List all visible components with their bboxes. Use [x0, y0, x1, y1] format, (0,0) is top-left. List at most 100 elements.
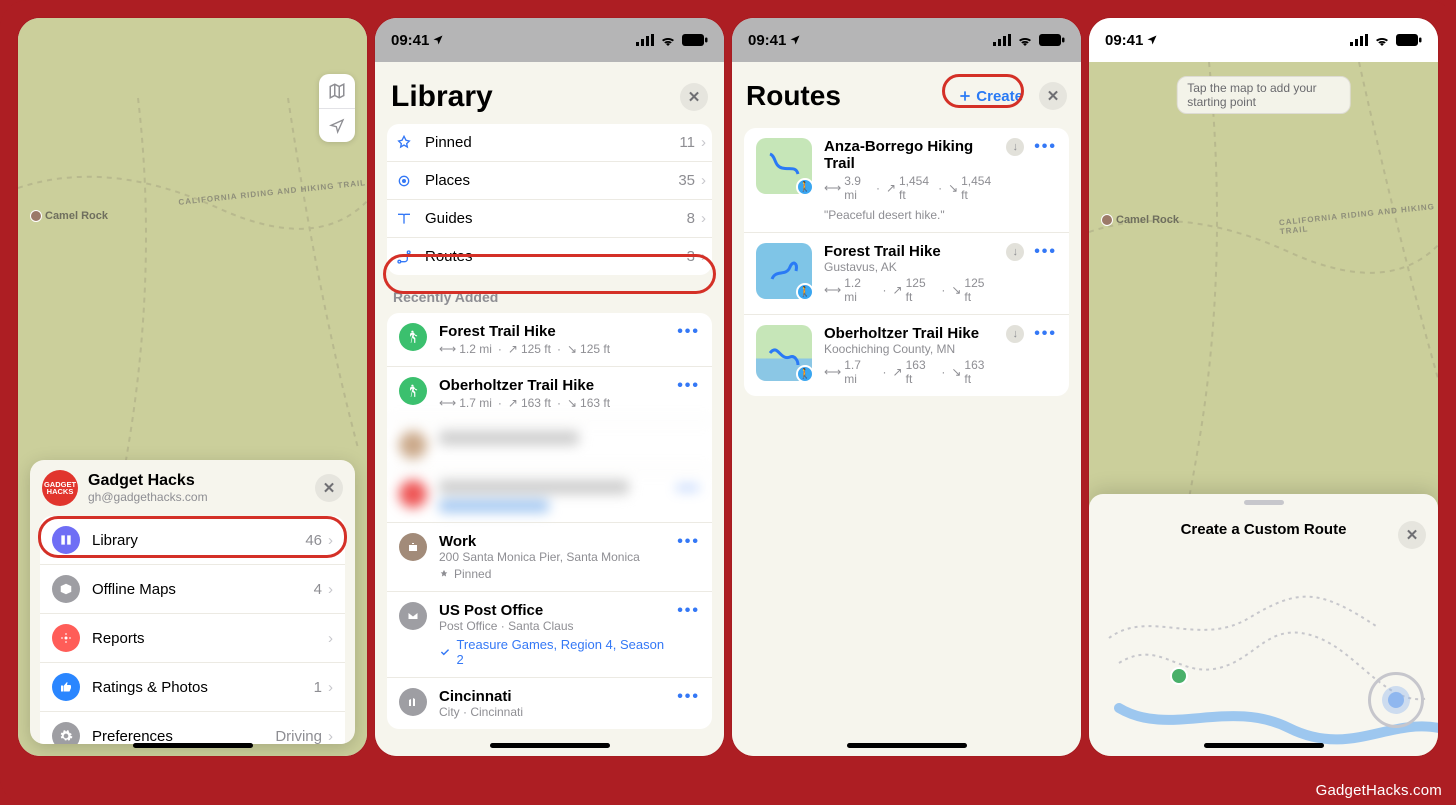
- place-icon: [399, 480, 427, 508]
- home-indicator[interactable]: [490, 743, 610, 748]
- recent-title: Work: [439, 533, 665, 550]
- route-note: "Peaceful desert hike.": [824, 208, 994, 222]
- download-icon[interactable]: ↓: [1006, 243, 1024, 261]
- menu-ratings-photos[interactable]: Ratings & Photos 1›: [40, 662, 345, 711]
- city-icon: [399, 688, 427, 716]
- menu-offline-maps[interactable]: Offline Maps 4›: [40, 564, 345, 613]
- category-routes[interactable]: Routes 3›: [387, 237, 712, 275]
- distance-icon: ⟷ 1.2 mi: [439, 342, 492, 356]
- recent-subtitle: 200 Santa Monica Pier, Santa Monica: [439, 550, 665, 564]
- route-thumbnail: 🚶: [756, 243, 812, 299]
- download-icon[interactable]: ↓: [1006, 138, 1024, 156]
- chevron-right-icon: ›: [701, 210, 706, 227]
- route-item[interactable]: 🚶 Anza-Borrego Hiking Trail ⟷ 3.9 mi · ↗…: [744, 128, 1069, 232]
- close-button[interactable]: ✕: [315, 474, 343, 502]
- more-button[interactable]: •••: [677, 533, 700, 551]
- more-button[interactable]: •••: [677, 480, 700, 498]
- chevron-right-icon: ›: [701, 248, 706, 265]
- menu-reports[interactable]: Reports ›: [40, 613, 345, 662]
- chevron-right-icon: ›: [328, 728, 333, 745]
- page-title: Library: [391, 80, 493, 114]
- library-categories: Pinned 11› Places 35› Guides 8›: [387, 124, 712, 275]
- home-indicator[interactable]: [1204, 743, 1324, 748]
- locate-me-button[interactable]: [319, 108, 355, 142]
- map-style-button[interactable]: [319, 74, 355, 108]
- home-indicator[interactable]: [847, 743, 967, 748]
- hiking-icon: [399, 323, 427, 351]
- route-subtitle: Koochiching County, MN: [824, 342, 994, 356]
- more-button[interactable]: •••: [1034, 138, 1057, 156]
- routes-sheet: Routes Create ✕ 🚶: [732, 62, 1081, 756]
- route-item[interactable]: 🚶 Oberholtzer Trail Hike Koochiching Cou…: [744, 314, 1069, 396]
- avatar: GADGET HACKS: [42, 470, 78, 506]
- route-item[interactable]: 🚶 Forest Trail Hike Gustavus, AK ⟷ 1.2 m…: [744, 232, 1069, 314]
- library-sheet: Library ✕ Pinned 11› Places 35›: [375, 62, 724, 756]
- chevron-right-icon: ›: [328, 630, 333, 647]
- close-button[interactable]: ✕: [1398, 521, 1426, 549]
- wifi-icon: [660, 34, 676, 46]
- treasure-link[interactable]: Treasure Games, Region 4, Season 2: [439, 637, 665, 667]
- section-recently-added: Recently Added: [375, 275, 724, 313]
- map-controls: [319, 74, 355, 142]
- more-button[interactable]: •••: [1034, 325, 1057, 343]
- wifi-icon: [1017, 34, 1033, 46]
- status-bar: 09:41: [732, 18, 1081, 62]
- recent-item-uspo[interactable]: US Post Office Post Office · Santa Claus…: [387, 591, 712, 677]
- ascent-icon: ↗ 125 ft: [508, 342, 551, 356]
- routes-list: 🚶 Anza-Borrego Hiking Trail ⟷ 3.9 mi · ↗…: [744, 128, 1069, 396]
- library-icon: [52, 526, 80, 554]
- route-thumbnail: 🚶: [756, 138, 812, 194]
- recent-item-cincinnati[interactable]: Cincinnati City · Cincinnati •••: [387, 677, 712, 729]
- screenshot-3: 09:41 Routes Create: [732, 18, 1081, 756]
- screenshot-1: 09:41 Camel Rock CALIFORNIA: [18, 18, 367, 756]
- category-places[interactable]: Places 35›: [387, 161, 712, 199]
- home-indicator[interactable]: [133, 743, 253, 748]
- recent-item-work[interactable]: Work 200 Santa Monica Pier, Santa Monica…: [387, 522, 712, 591]
- recent-item-forest[interactable]: Forest Trail Hike ⟷ 1.2 mi · ↗ 125 ft · …: [387, 313, 712, 366]
- recent-subtitle: Post Office · Santa Claus: [439, 619, 665, 633]
- recent-item-oberholtzer[interactable]: Oberholtzer Trail Hike ⟷ 1.7 mi · ↗ 163 …: [387, 366, 712, 420]
- download-icon[interactable]: ↓: [1006, 325, 1024, 343]
- menu-preferences[interactable]: Preferences Driving›: [40, 711, 345, 744]
- create-route-button[interactable]: Create: [950, 84, 1031, 109]
- hiking-badge-icon: 🚶: [796, 365, 814, 383]
- more-button[interactable]: •••: [677, 602, 700, 620]
- location-services-icon: [432, 34, 444, 46]
- create-route-sheet: Create a Custom Route ✕: [1089, 494, 1438, 756]
- poi-camel-rock[interactable]: Camel Rock: [1101, 214, 1179, 226]
- current-location-button[interactable]: [1368, 672, 1424, 728]
- close-button[interactable]: ✕: [1039, 82, 1067, 110]
- location-services-icon: [789, 34, 801, 46]
- recent-title: Oberholtzer Trail Hike: [439, 377, 665, 394]
- pin-icon: [393, 135, 415, 151]
- cellular-icon: [993, 34, 1011, 46]
- page-title: Routes: [746, 80, 841, 112]
- battery-icon: [1039, 34, 1065, 46]
- menu-library[interactable]: Library 46›: [40, 516, 345, 564]
- cellular-icon: [636, 34, 654, 46]
- chevron-right-icon: ›: [701, 172, 706, 189]
- sheet-grabber[interactable]: [1244, 500, 1284, 505]
- chevron-right-icon: ›: [701, 134, 706, 151]
- category-pinned[interactable]: Pinned 11›: [387, 124, 712, 161]
- chevron-right-icon: ›: [328, 532, 333, 549]
- close-button[interactable]: ✕: [680, 83, 708, 111]
- recent-item-blurred: •••: [387, 469, 712, 522]
- reports-icon: [52, 624, 80, 652]
- poi-camel-rock[interactable]: Camel Rock: [30, 210, 108, 222]
- places-icon: [393, 173, 415, 189]
- more-button[interactable]: •••: [677, 688, 700, 706]
- status-bar: 09:41: [375, 18, 724, 62]
- profile-sheet: GADGET HACKS Gadget Hacks gh@gadgethacks…: [30, 460, 355, 744]
- more-button[interactable]: •••: [1034, 243, 1057, 261]
- more-button[interactable]: •••: [677, 323, 700, 341]
- hiking-badge-icon: 🚶: [796, 283, 814, 301]
- more-button[interactable]: •••: [677, 377, 700, 395]
- recent-title: US Post Office: [439, 602, 665, 619]
- chevron-right-icon: ›: [328, 679, 333, 696]
- location-services-icon: [1146, 34, 1158, 46]
- tap-hint: Tap the map to add your starting point: [1176, 76, 1351, 114]
- profile-email: gh@gadgethacks.com: [88, 490, 208, 504]
- category-guides[interactable]: Guides 8›: [387, 199, 712, 237]
- sheet-title: Create a Custom Route: [1181, 521, 1347, 538]
